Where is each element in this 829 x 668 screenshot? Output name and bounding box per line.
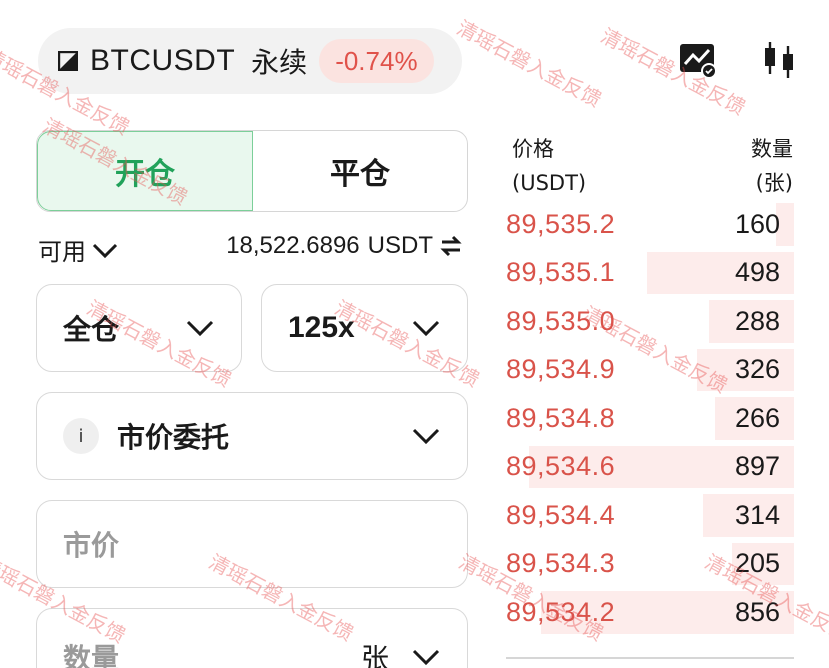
tab-close-position[interactable]: 平仓 xyxy=(253,131,467,211)
watermark-text: 清瑶石磐入金反馈 xyxy=(596,23,750,120)
orderbook-row[interactable]: 89,534.6 897 xyxy=(500,443,794,492)
order-type-value: 市价委托 xyxy=(117,421,230,454)
tab-open-position[interactable]: 开仓 xyxy=(37,131,253,211)
symbol-name: BTCUSDT xyxy=(90,44,236,77)
ask-quantity: 288 xyxy=(734,305,780,336)
candlestick-icon[interactable] xyxy=(760,40,800,80)
transfer-icon[interactable] xyxy=(439,234,463,258)
open-close-tabs: 开仓 平仓 xyxy=(36,130,468,212)
orderbook-qty-header: 数量 (张) xyxy=(751,132,793,200)
qty-header-unit: (张) xyxy=(755,171,793,195)
price-header-label: 价格 xyxy=(512,137,554,161)
ask-price: 89,535.1 xyxy=(506,257,616,288)
margin-mode-select[interactable]: 全仓 xyxy=(36,284,242,372)
chevron-down-icon xyxy=(92,243,118,258)
ask-price: 89,535.0 xyxy=(506,305,616,336)
available-dropdown[interactable]: 可用 xyxy=(38,232,120,267)
ask-price: 89,534.9 xyxy=(506,354,616,385)
quantity-unit: 张 xyxy=(360,642,389,668)
ask-price: 89,534.3 xyxy=(506,548,616,579)
price-placeholder: 市价 xyxy=(63,529,120,562)
leverage-value: 125x xyxy=(288,311,355,344)
quantity-input[interactable]: 数量 张 xyxy=(36,608,468,668)
watermark-text: 清瑶石磐入金反馈 xyxy=(452,15,606,112)
ask-price: 89,534.2 xyxy=(506,596,616,627)
exchange-logo-icon xyxy=(58,51,78,71)
ask-quantity: 160 xyxy=(734,208,780,239)
ask-quantity: 498 xyxy=(734,257,780,288)
price-change-badge: -0.74% xyxy=(319,39,434,83)
ask-quantity: 314 xyxy=(734,499,780,530)
orderbook-row[interactable]: 89,534.3 205 xyxy=(500,540,794,589)
orderbook-asks: 89,535.2 160 89,535.1 498 89,535.0 288 89,534.… xyxy=(500,200,794,637)
balance-unit: USDT xyxy=(367,232,433,259)
chevron-down-icon xyxy=(412,649,440,666)
ask-price: 89,534.4 xyxy=(506,499,616,530)
info-icon[interactable]: i xyxy=(63,418,99,454)
orderbook-row[interactable]: 89,534.8 266 xyxy=(500,394,794,443)
orderbook-row[interactable]: 89,535.0 288 xyxy=(500,297,794,346)
quantity-unit-select[interactable]: 张 xyxy=(361,637,441,668)
contract-type: 永续 xyxy=(251,46,308,79)
chevron-down-icon xyxy=(412,320,440,337)
ask-quantity: 897 xyxy=(734,451,780,482)
orderbook-row[interactable]: 89,534.9 326 xyxy=(500,346,794,395)
price-input[interactable]: 市价 xyxy=(36,500,468,588)
leverage-select[interactable]: 125x xyxy=(261,284,468,372)
available-label: 可用 xyxy=(38,238,86,266)
available-balance: 18,522.6896 USDT xyxy=(226,232,463,260)
orderbook-row[interactable]: 89,534.4 314 xyxy=(500,491,794,540)
ask-price: 89,535.2 xyxy=(506,208,616,239)
ask-price: 89,534.8 xyxy=(506,402,616,433)
orderbook-row[interactable]: 89,535.2 160 xyxy=(500,200,794,249)
chart-alert-icon[interactable] xyxy=(678,40,718,80)
ask-quantity: 326 xyxy=(734,354,780,385)
margin-mode-value: 全仓 xyxy=(63,313,120,346)
symbol-selector[interactable]: BTCUSDT 永续 -0.74% xyxy=(38,28,462,94)
ask-quantity: 205 xyxy=(734,548,780,579)
ask-quantity: 856 xyxy=(734,596,780,627)
orderbook-row[interactable]: 89,534.2 856 xyxy=(500,588,794,637)
qty-header-label: 数量 xyxy=(751,137,793,161)
price-header-unit: (USDT) xyxy=(512,171,587,195)
ask-price: 89,534.6 xyxy=(506,451,616,482)
balance-amount: 18,522.6896 xyxy=(226,232,360,259)
chevron-down-icon xyxy=(186,320,214,337)
orderbook-divider xyxy=(506,657,794,659)
quantity-placeholder: 数量 xyxy=(63,642,120,668)
orderbook-row[interactable]: 89,535.1 498 xyxy=(500,249,794,298)
chevron-down-icon xyxy=(412,428,440,445)
orderbook-price-header: 价格 (USDT) xyxy=(512,132,586,200)
order-type-select[interactable]: i 市价委托 xyxy=(36,392,468,480)
ask-quantity: 266 xyxy=(734,402,780,433)
